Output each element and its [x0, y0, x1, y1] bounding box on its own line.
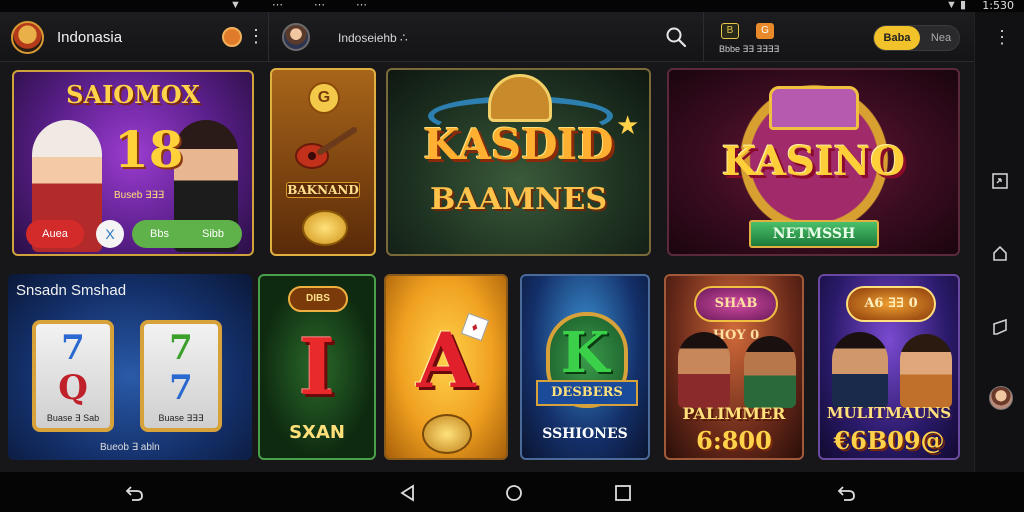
game-tile-a[interactable]: A ♦: [384, 274, 508, 460]
game-tile-promo[interactable]: SAIOMOX 18 Buseb ∃∃∃ Auea X Bbs Sibb: [12, 70, 254, 256]
slot-reel: 7 Q Buase ∃ Sab: [32, 320, 114, 432]
action-button-red[interactable]: Auea: [26, 220, 84, 248]
reel-label: Buase ∃∃∃: [158, 413, 204, 423]
tile-title: BAKNAND: [286, 182, 360, 198]
tile-title: Snsadn Smshad: [16, 282, 127, 299]
divider: [268, 12, 269, 62]
tile-title: SSHIONES: [542, 426, 628, 442]
tile-title: SAIOMOX: [66, 80, 200, 109]
user-avatar[interactable]: [282, 23, 310, 51]
coin-emblem-icon: G: [308, 82, 340, 114]
game-tile-kasino[interactable]: KASINO NETMSSH: [667, 68, 960, 256]
app-bar: Indonasia ⋮ Indoseiehb ∴ B G Bbbe ∃∃ ∃∃∃…: [0, 12, 974, 62]
reel-symbol: Q: [58, 368, 88, 408]
game-tile-sxan[interactable]: DIBS I SXAN: [258, 274, 376, 460]
back-triangle-icon[interactable]: [398, 484, 418, 502]
reel-symbol: 7: [61, 328, 85, 368]
game-tile-palimmer[interactable]: SHAB HOY 0 PALIMMER 6:800: [664, 274, 804, 460]
tile-badge: SHAB HOY 0: [694, 286, 778, 343]
age-number: 18: [114, 120, 184, 179]
tile-title: KASDID: [423, 120, 614, 169]
action-button-green[interactable]: Bbs Sibb: [132, 220, 242, 248]
coin-pile-icon: [422, 414, 472, 454]
tile-title: KASINO: [721, 138, 906, 185]
tile-letter: K: [560, 320, 610, 386]
tile-title: SXAN: [289, 422, 345, 443]
button-label: Sibb: [202, 228, 225, 240]
tile-title: PALIMMER: [682, 404, 786, 423]
side-rail: ⋮: [974, 12, 1024, 472]
tile-subtitle: Buseb ∃∃∃: [114, 190, 165, 201]
more-menu-icon[interactable]: ⋮: [247, 25, 265, 47]
back-icon[interactable]: [836, 484, 856, 502]
player-figure: [744, 336, 796, 408]
tile-letter: I: [298, 322, 336, 413]
signal-icon: ▼ ▮: [946, 0, 966, 11]
game-tile-slots[interactable]: Snsadn Smshad 7 Q Buase ∃ Sab 7 7 Buase …: [8, 274, 252, 460]
game-tile-k[interactable]: K DESBERS SSHIONES: [520, 274, 650, 460]
tile-badge: A6 ∃∃ 0: [846, 286, 936, 322]
status-bar: ▼ ⋯ ⋯ ⋯ ▼ ▮ 1:530: [0, 0, 1024, 12]
game-grid: SAIOMOX 18 Buseb ∃∃∃ Auea X Bbs Sibb G B…: [0, 62, 974, 472]
toggle-off-option[interactable]: Nea: [924, 26, 958, 50]
crown-icon: [769, 86, 859, 130]
user-label[interactable]: Indoseiehb ∴: [338, 31, 408, 45]
more-options-icon[interactable]: ⋮: [993, 26, 1011, 48]
close-button[interactable]: X: [96, 220, 124, 248]
game-tile-baknand[interactable]: G BAKNAND: [270, 68, 376, 256]
tile-title: MULITMAUNS: [826, 404, 952, 422]
region-label[interactable]: Indonasia: [57, 29, 122, 46]
reel-symbol: 7: [169, 368, 193, 408]
player-figure: [832, 332, 888, 408]
search-icon[interactable]: [665, 26, 687, 48]
player-figure: [678, 332, 730, 408]
badges-label: Bbbe ∃∃ ∃∃∃∃: [719, 44, 780, 54]
back-icon[interactable]: [124, 484, 144, 502]
system-nav-bar: [0, 472, 1024, 512]
profile-avatar[interactable]: [989, 386, 1013, 410]
tile-subtitle: BAAMNES: [429, 182, 608, 217]
player-figure: [900, 334, 952, 408]
tile-badge: DIBS: [288, 286, 348, 312]
recents-icon[interactable]: [613, 484, 633, 502]
tile-ribbon: NETMSSH: [749, 220, 879, 248]
bonus-badge[interactable]: B: [721, 23, 739, 39]
toggle-on-option[interactable]: Baba: [874, 26, 920, 50]
game-tile-mulitmauns[interactable]: A6 ∃∃ 0 MULITMAUNS €6B09@: [818, 274, 960, 460]
game-tile-kasdid[interactable]: ★ KASDID BAAMNES: [386, 68, 651, 256]
wallet-badges[interactable]: B G Bbbe ∃∃ ∃∃∃∃: [719, 23, 781, 54]
mode-toggle[interactable]: Baba Nea: [873, 25, 960, 51]
tile-letter: A: [416, 316, 476, 405]
home-icon[interactable]: [504, 484, 524, 502]
slot-reel: 7 7 Buase ∃∃∃: [140, 320, 222, 432]
reel-symbol: 7: [169, 328, 193, 368]
reel-label: Buase ∃ Sab: [46, 413, 100, 423]
button-label: Bbs: [150, 228, 169, 240]
status-icons: ▼ ⋯ ⋯ ⋯: [230, 0, 382, 11]
tile-footer: Bueob ∃ abln: [100, 442, 160, 453]
gift-badge[interactable]: G: [756, 23, 774, 39]
divider: [703, 12, 704, 62]
home-outline-icon[interactable]: [991, 244, 1009, 262]
coin-icon[interactable]: [222, 27, 242, 47]
tile-banner: DESBERS: [536, 380, 638, 406]
app-logo[interactable]: [11, 21, 44, 54]
crest-icon: [488, 74, 552, 122]
coin-icon: [302, 210, 348, 246]
share-icon[interactable]: [991, 318, 1009, 336]
status-time: 1:530: [982, 0, 1014, 12]
screenshot-icon[interactable]: [991, 172, 1009, 190]
tile-amount: €6B09@: [833, 426, 945, 455]
guitar-icon: [295, 127, 357, 169]
tile-amount: 6:800: [696, 426, 772, 455]
